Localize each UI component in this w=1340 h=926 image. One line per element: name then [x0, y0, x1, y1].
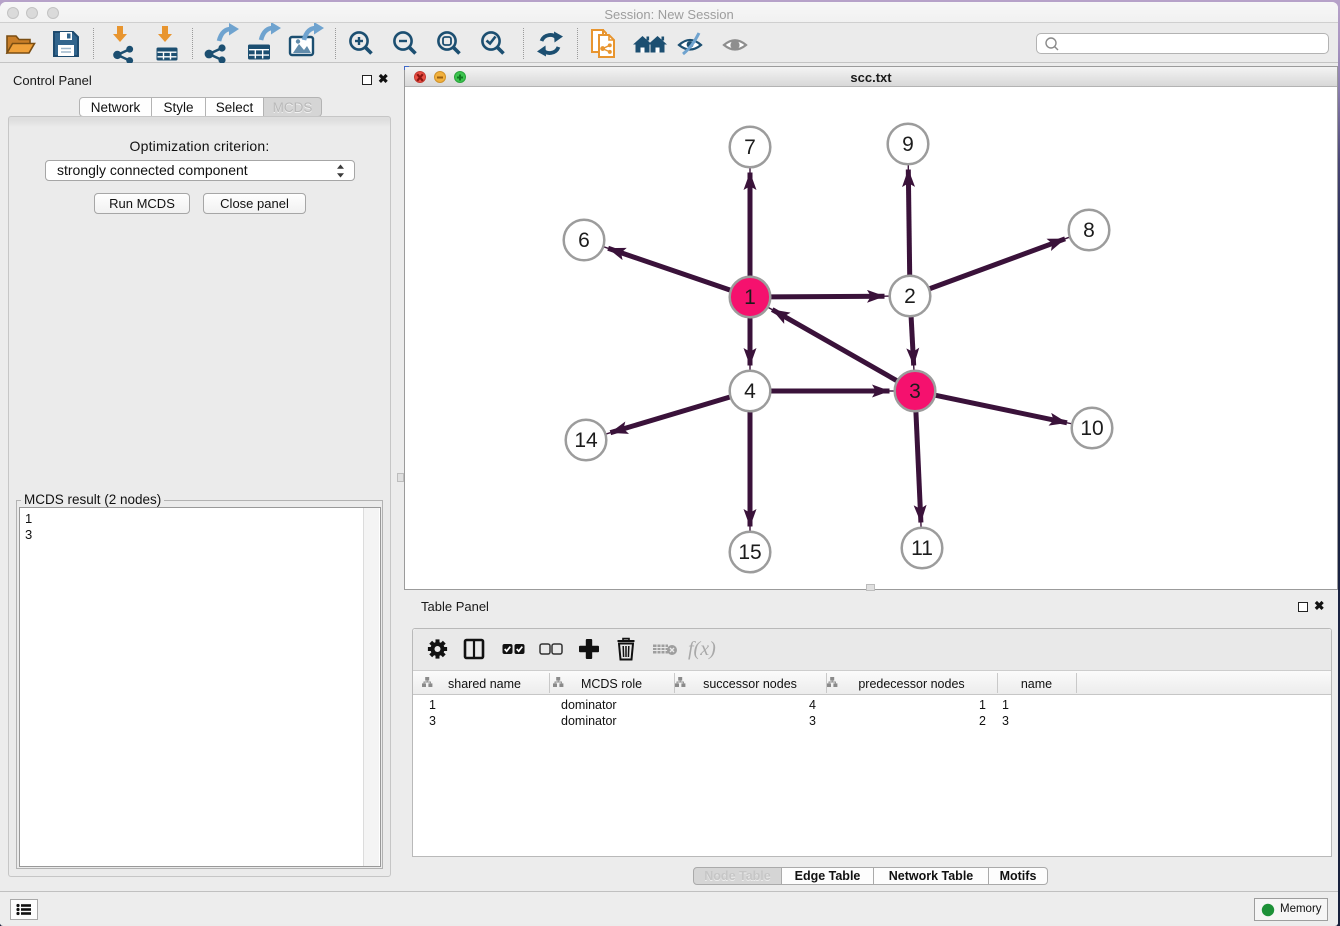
svg-text:3: 3 — [909, 380, 921, 403]
svg-text:7: 7 — [744, 136, 756, 159]
svg-text:10: 10 — [1080, 417, 1103, 440]
svg-text:8: 8 — [1083, 219, 1095, 242]
svg-text:4: 4 — [744, 380, 756, 403]
svg-text:f(x): f(x) — [688, 638, 716, 660]
svg-text:11: 11 — [911, 537, 933, 560]
svg-text:6: 6 — [578, 229, 590, 252]
svg-text:14: 14 — [574, 429, 598, 452]
svg-text:15: 15 — [738, 541, 761, 564]
svg-text:1: 1 — [744, 286, 756, 309]
svg-text:9: 9 — [902, 133, 914, 156]
svg-text:2: 2 — [904, 285, 916, 308]
